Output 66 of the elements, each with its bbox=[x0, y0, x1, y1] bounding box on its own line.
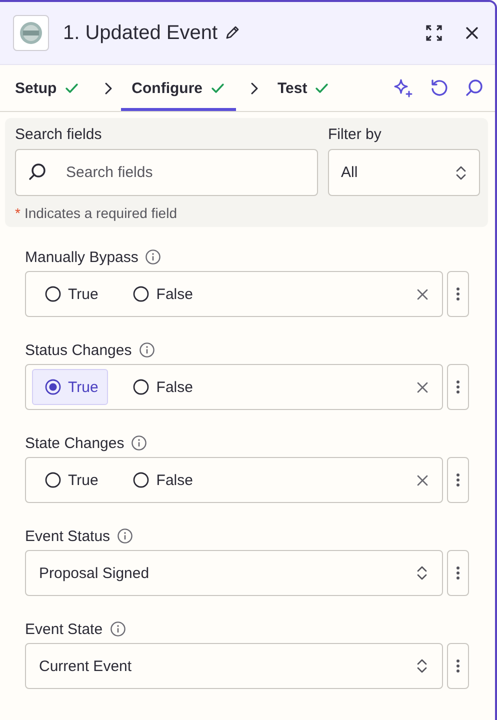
radio-option[interactable]: False bbox=[120, 462, 203, 498]
up-down-icon bbox=[455, 164, 467, 180]
info-icon bbox=[117, 528, 134, 544]
undo-icon bbox=[430, 79, 448, 97]
close-icon bbox=[465, 26, 479, 40]
step-tab[interactable]: Setup bbox=[4, 68, 90, 111]
field-label: Status Changes bbox=[25, 342, 132, 358]
logo-icon bbox=[19, 21, 43, 45]
radio-option[interactable]: True bbox=[32, 369, 108, 405]
more-icon bbox=[456, 659, 460, 673]
more-button[interactable] bbox=[447, 643, 469, 689]
field-label: Search fields bbox=[15, 126, 103, 143]
close-icon bbox=[417, 382, 428, 392]
field-label: State Changes bbox=[25, 434, 124, 452]
up-down-icon bbox=[416, 565, 428, 581]
clear-button[interactable] bbox=[417, 382, 428, 392]
filter-select[interactable]: All bbox=[328, 149, 480, 196]
field-label: Filter by bbox=[328, 126, 382, 143]
more-button[interactable] bbox=[447, 457, 469, 503]
sparkle-icon bbox=[393, 78, 413, 98]
required-note: Indicates a required field bbox=[24, 205, 177, 221]
step-tab[interactable]: Test bbox=[266, 68, 340, 111]
field-label: Manually Bypass bbox=[25, 248, 138, 266]
undo-button[interactable] bbox=[430, 79, 448, 97]
radio-option[interactable]: True bbox=[32, 276, 108, 312]
radio-icon bbox=[133, 286, 150, 302]
chevron-right-icon bbox=[104, 82, 113, 94]
clear-button[interactable] bbox=[417, 288, 428, 300]
clear-button[interactable] bbox=[417, 474, 428, 486]
search-icon bbox=[465, 79, 483, 97]
close-icon bbox=[417, 288, 428, 300]
radio-icon bbox=[133, 379, 150, 395]
field-label: Event State bbox=[25, 620, 103, 638]
info-icon bbox=[110, 621, 126, 637]
search-field[interactable]: Search fields bbox=[15, 149, 318, 196]
up-down-icon bbox=[416, 658, 428, 674]
pencil-icon bbox=[224, 25, 240, 41]
chevron-right-icon bbox=[250, 82, 258, 94]
radio-icon bbox=[45, 286, 61, 302]
more-icon bbox=[456, 473, 460, 487]
step-tab[interactable]: Configure bbox=[120, 68, 236, 111]
info-icon bbox=[145, 249, 162, 265]
more-button[interactable] bbox=[447, 550, 469, 596]
more-icon bbox=[456, 380, 460, 394]
expand-icon bbox=[425, 24, 443, 42]
ai-button[interactable] bbox=[393, 78, 413, 98]
radio-option[interactable]: True bbox=[32, 462, 108, 498]
more-icon bbox=[456, 287, 460, 301]
more-button[interactable] bbox=[447, 364, 469, 410]
window-title: 1. Updated Event bbox=[63, 22, 218, 44]
field-label: Event Status bbox=[25, 528, 110, 544]
radio-option[interactable]: False bbox=[120, 369, 203, 405]
select-field[interactable]: Current Event bbox=[25, 643, 443, 689]
radio-icon bbox=[133, 472, 150, 488]
search-button[interactable] bbox=[465, 79, 483, 97]
info-icon bbox=[131, 435, 148, 451]
radio-option[interactable]: False bbox=[120, 276, 203, 312]
info-icon bbox=[138, 342, 155, 358]
radio-icon bbox=[45, 379, 61, 395]
select-field[interactable]: Proposal Signed bbox=[25, 550, 443, 596]
search-icon bbox=[28, 163, 46, 181]
more-icon bbox=[456, 566, 460, 580]
more-button[interactable] bbox=[447, 271, 469, 317]
close-icon bbox=[417, 474, 428, 486]
required-mark: * bbox=[15, 205, 20, 221]
radio-icon bbox=[45, 472, 61, 488]
